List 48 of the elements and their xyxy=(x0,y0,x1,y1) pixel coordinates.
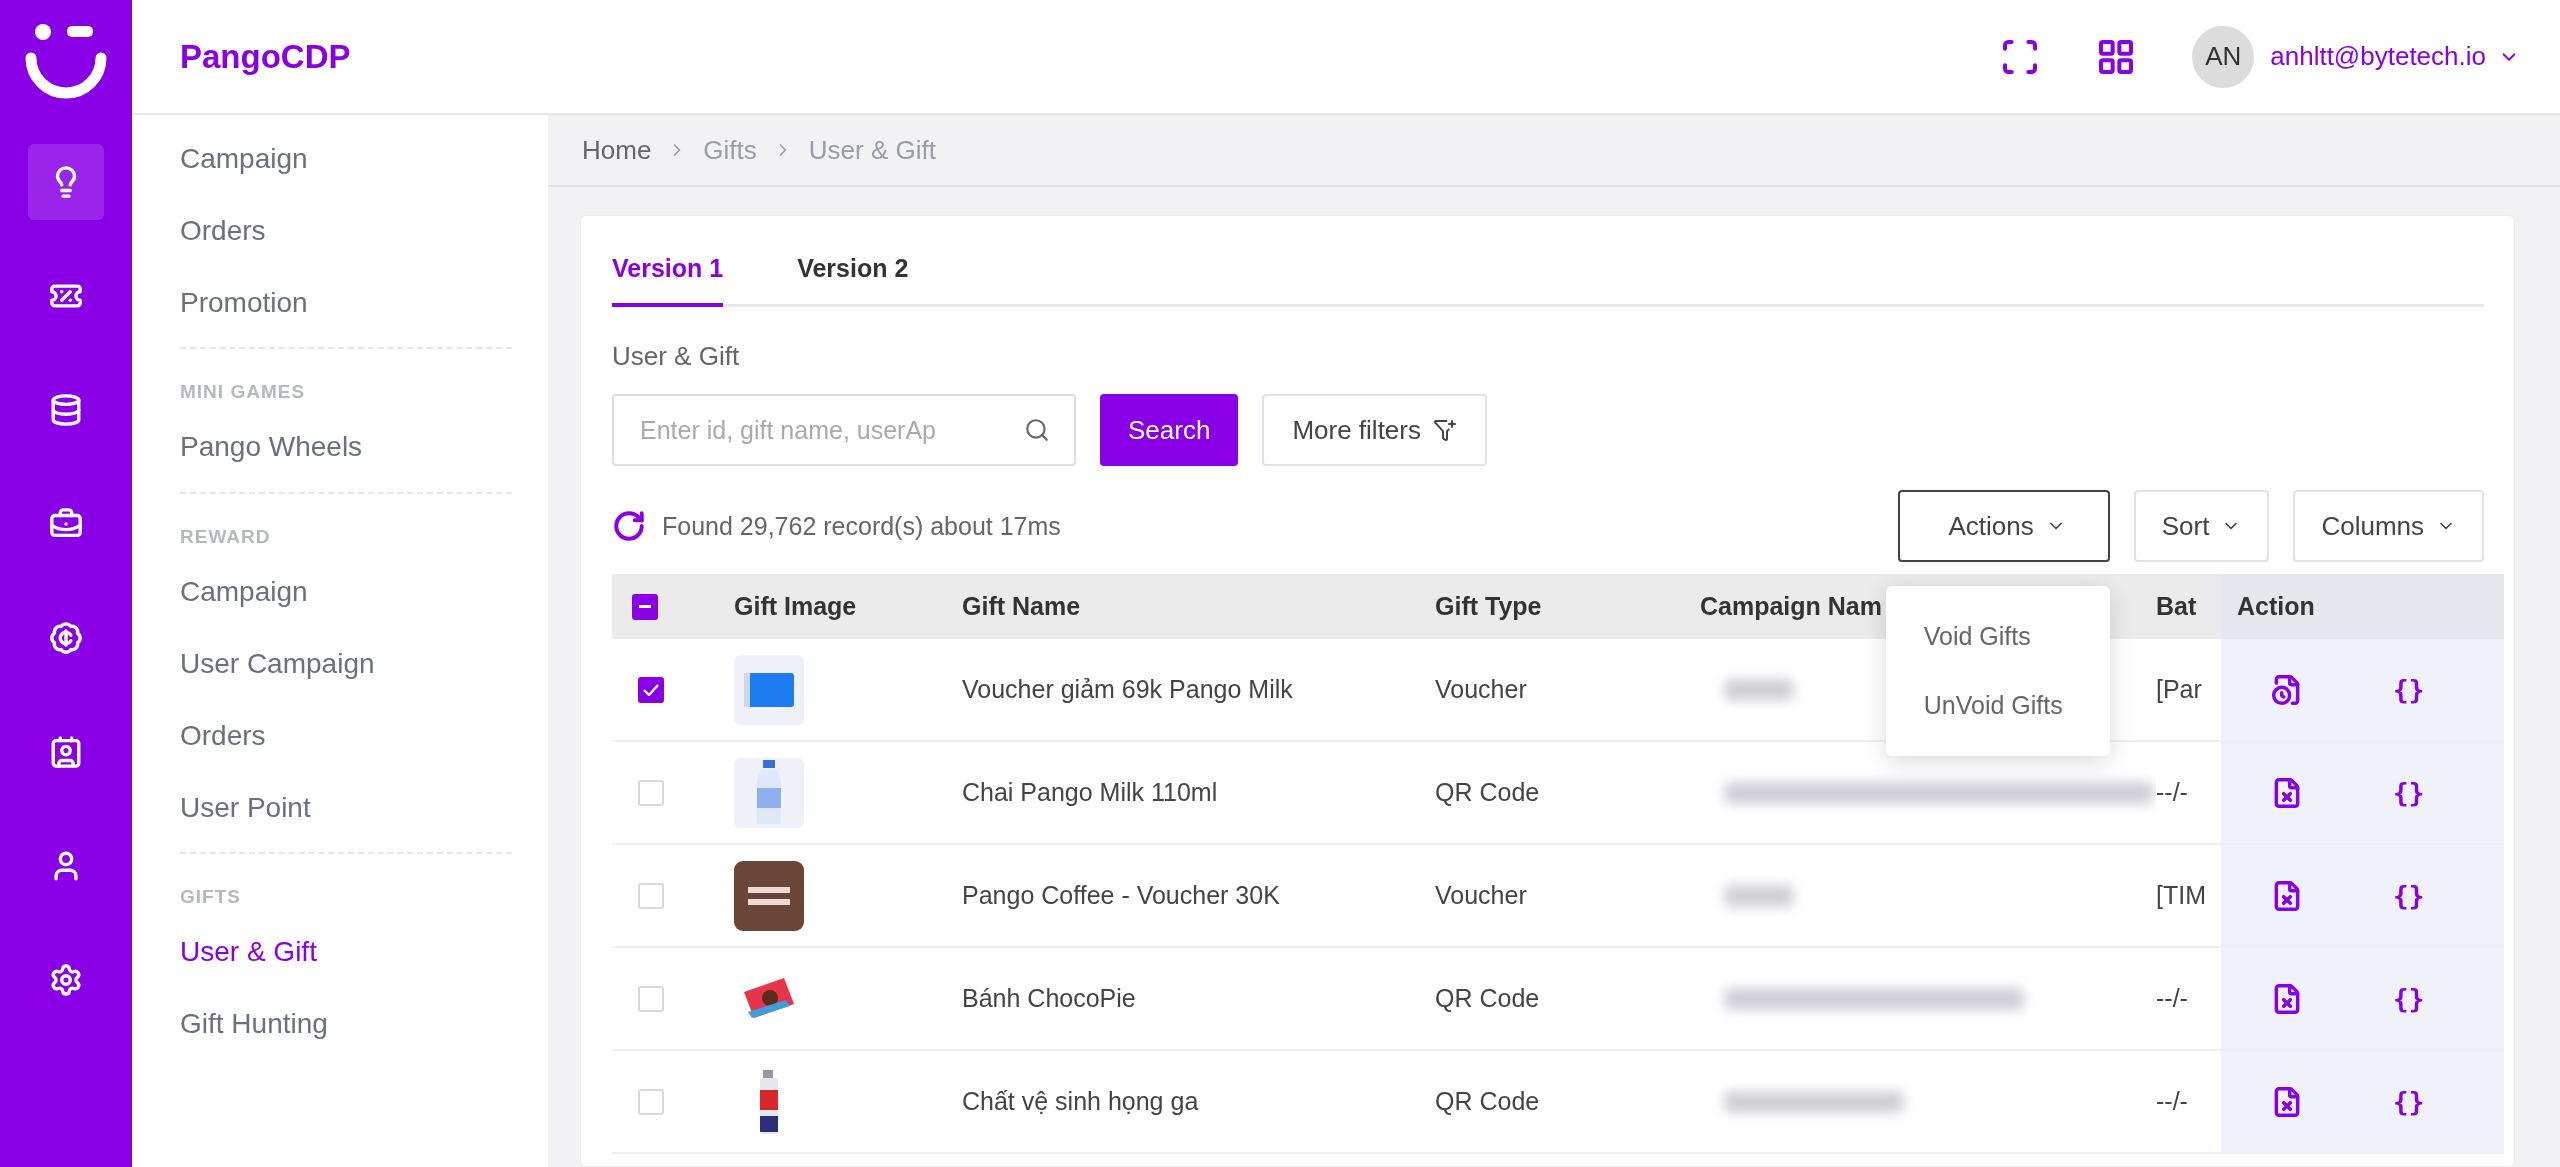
sidebar-item[interactable]: Promotion xyxy=(180,275,512,331)
more-filters-button[interactable]: More filters xyxy=(1262,394,1487,466)
sidebar-heading: MINI GAMES xyxy=(180,381,307,404)
menu-item[interactable]: UnVoid Gifts xyxy=(1885,671,2110,740)
column-header: Bat xyxy=(2156,574,2221,639)
lightbulb-icon[interactable] xyxy=(28,144,104,220)
user-avatar[interactable]: AN xyxy=(2192,25,2255,88)
sidebar-item[interactable]: Orders xyxy=(180,203,512,259)
spray-can-thumbnail xyxy=(759,1069,779,1134)
minus-icon xyxy=(639,605,651,608)
search-field[interactable]: Enter id, gift name, userAp xyxy=(612,394,1076,466)
column-header: Action xyxy=(2221,574,2504,639)
breadcrumb-link[interactable]: Home xyxy=(582,134,652,166)
result-summary: Found 29,762 record(s) about 17ms xyxy=(662,511,1061,541)
json-button[interactable]: {} xyxy=(2393,983,2425,1014)
refresh-icon[interactable] xyxy=(612,509,646,543)
column-header: Gift Type xyxy=(1435,574,1700,639)
row-checkbox[interactable] xyxy=(638,676,664,703)
sidebar-item[interactable]: User Point xyxy=(180,780,512,836)
account-menu[interactable]: anhltt@bytetech.io xyxy=(2270,41,2520,72)
sidebar-item[interactable]: Gift Hunting xyxy=(180,997,512,1052)
dropdown-button[interactable]: Sort xyxy=(2133,490,2270,562)
dropdown-button[interactable]: Actions xyxy=(1898,490,2110,562)
sidebar-heading: REWARD xyxy=(180,526,272,549)
search-icon[interactable] xyxy=(1024,417,1050,443)
tab[interactable]: Version 2 xyxy=(797,238,909,307)
json-button[interactable]: {} xyxy=(2393,777,2425,808)
coffee-thumbnail xyxy=(734,860,804,931)
section-title: User & Gift xyxy=(612,341,741,372)
dropdown-button[interactable]: Columns xyxy=(2293,490,2484,562)
tab[interactable]: Version 1 xyxy=(612,238,724,307)
sidebar-item[interactable]: User & Gift xyxy=(180,925,512,981)
column-header: Gift Image xyxy=(734,574,962,639)
filter-icon xyxy=(1432,418,1457,442)
json-button[interactable]: {} xyxy=(2393,674,2425,705)
sidebar-item[interactable]: Orders xyxy=(180,708,512,764)
brand-name: PangoCDP xyxy=(180,37,351,76)
json-button[interactable]: {} xyxy=(2393,880,2425,911)
sidebar-item[interactable]: User Campaign xyxy=(180,637,512,692)
sidebar-item[interactable]: Pango Wheels xyxy=(180,420,512,476)
sidebar-heading: GIFTS xyxy=(180,886,242,909)
select-all-checkbox[interactable] xyxy=(632,593,658,620)
column-header: Gift Name xyxy=(962,574,1435,639)
sidebar-item[interactable]: Campaign xyxy=(180,132,512,187)
check-icon xyxy=(643,683,659,696)
json-button[interactable]: {} xyxy=(2393,1086,2425,1117)
sidebar-item[interactable]: Campaign xyxy=(180,565,512,620)
search-button[interactable]: Search xyxy=(1100,394,1239,466)
